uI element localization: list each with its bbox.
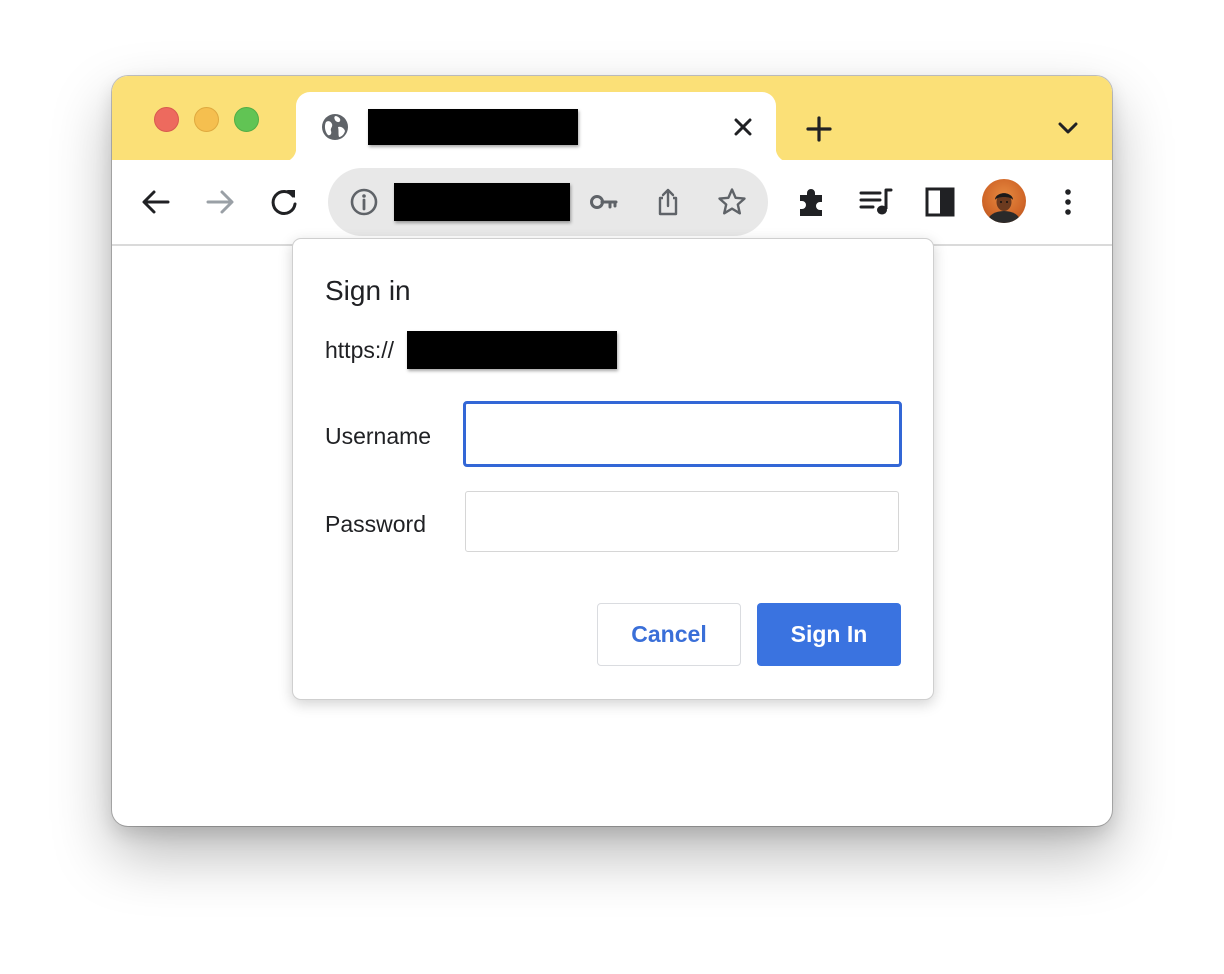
person-photo bbox=[988, 193, 1020, 223]
username-input[interactable] bbox=[463, 401, 902, 467]
password-input[interactable] bbox=[465, 491, 899, 552]
tab-strip bbox=[112, 76, 1112, 162]
profile-avatar[interactable] bbox=[982, 179, 1026, 223]
arrow-left-icon[interactable] bbox=[136, 182, 176, 222]
arrow-right-icon[interactable] bbox=[200, 182, 240, 222]
key-icon[interactable] bbox=[588, 186, 620, 218]
password-label: Password bbox=[325, 511, 426, 537]
address-bar[interactable] bbox=[328, 168, 768, 236]
puzzle-icon[interactable] bbox=[792, 182, 832, 222]
side-panel-icon[interactable] bbox=[920, 182, 960, 222]
dialog-origin: https:// bbox=[325, 337, 395, 363]
close-icon[interactable] bbox=[730, 114, 756, 140]
cancel-button[interactable]: Cancel bbox=[597, 603, 741, 666]
plus-icon[interactable] bbox=[802, 112, 836, 146]
close-window-button[interactable] bbox=[154, 107, 179, 132]
media-queue-icon[interactable] bbox=[856, 182, 896, 222]
share-icon[interactable] bbox=[652, 186, 684, 218]
minimize-window-button[interactable] bbox=[194, 107, 219, 132]
tab-title bbox=[368, 109, 578, 145]
username-label: Username bbox=[325, 423, 432, 449]
chevron-down-icon[interactable] bbox=[1054, 116, 1082, 140]
sign-in-dialog: Sign in https:// Username Password Cance… bbox=[292, 238, 934, 700]
info-icon[interactable] bbox=[348, 186, 380, 218]
kebab-menu-icon[interactable] bbox=[1048, 182, 1088, 222]
reload-icon[interactable] bbox=[264, 182, 304, 222]
star-icon[interactable] bbox=[716, 186, 748, 218]
active-tab[interactable] bbox=[282, 92, 790, 162]
origin-host-redacted bbox=[407, 331, 617, 369]
browser-toolbar bbox=[112, 160, 1112, 246]
globe-icon bbox=[322, 114, 348, 140]
zoom-window-button[interactable] bbox=[234, 107, 259, 132]
url-text[interactable] bbox=[394, 183, 570, 221]
sign-in-button[interactable]: Sign In bbox=[757, 603, 901, 666]
dialog-title: Sign in bbox=[325, 275, 411, 306]
